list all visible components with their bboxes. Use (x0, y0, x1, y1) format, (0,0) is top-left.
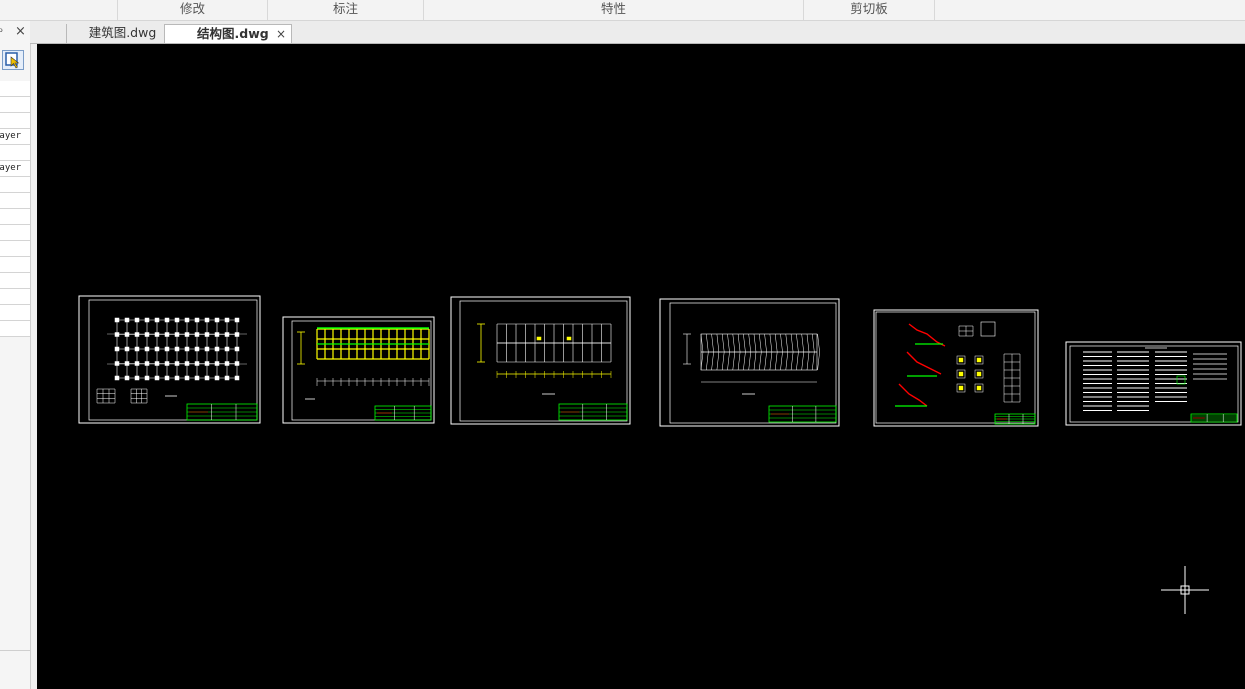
layer-row[interactable] (0, 289, 30, 305)
crosshair-cursor (1161, 566, 1209, 614)
layer-row[interactable] (0, 305, 30, 321)
ribbon-group-modify[interactable]: 修改 (118, 0, 268, 20)
layer-row[interactable] (0, 81, 30, 97)
layer-list: Layer Layer (0, 81, 30, 337)
tab-architecture-dwg[interactable]: 建筑图.dwg (66, 24, 178, 43)
layer-row[interactable] (0, 209, 30, 225)
ribbon-group-properties[interactable]: 特性 (424, 0, 804, 20)
layer-row[interactable] (0, 241, 30, 257)
cad-viewport[interactable] (37, 44, 1245, 689)
document-tab-bar: 建筑图.dwg 结构图.dwg × (30, 21, 1245, 44)
layer-row[interactable] (0, 273, 30, 289)
layer-row[interactable] (0, 177, 30, 193)
panel-close-icon[interactable]: × (15, 24, 26, 39)
layer-row[interactable] (0, 193, 30, 209)
tab-label: 建筑图.dwg (88, 25, 157, 40)
panel-header: ᵖ × (0, 21, 30, 45)
layer-properties-panel: ᵖ × Layer Layer (0, 21, 31, 689)
layer-select-icon (5, 52, 20, 69)
tab-label: 结构图.dwg (197, 26, 269, 41)
sheet-column-elevation[interactable] (659, 298, 840, 427)
layer-row[interactable] (0, 257, 30, 273)
ribbon-group-clipboard[interactable]: 剪切板 (804, 0, 935, 20)
ribbon-group-annotate[interactable]: 标注 (268, 0, 424, 20)
layer-row[interactable] (0, 225, 30, 241)
tab-structure-dwg[interactable]: 结构图.dwg × (164, 24, 292, 43)
sheet-floor-plan[interactable] (450, 296, 631, 425)
panel-footer (0, 650, 30, 689)
layer-row[interactable]: Layer (0, 129, 30, 145)
layer-row[interactable] (0, 145, 30, 161)
layer-row[interactable] (0, 97, 30, 113)
sheet-stair-details[interactable] (873, 309, 1039, 427)
layer-row[interactable]: Layer (0, 161, 30, 177)
sheet-beam-layout-yellow[interactable] (282, 316, 435, 424)
sheet-foundation-plan[interactable] (78, 295, 261, 424)
layer-row[interactable] (0, 321, 30, 337)
layer-select-button[interactable] (2, 50, 24, 70)
layer-row[interactable] (0, 113, 30, 129)
sheet-design-notes[interactable] (1065, 341, 1242, 426)
ribbon-bar: 修改 标注 特性 剪切板 (0, 0, 1245, 21)
pin-icon[interactable]: ᵖ (0, 25, 3, 39)
tab-close-icon[interactable]: × (276, 25, 286, 43)
drawing-canvas[interactable] (37, 44, 1245, 689)
ribbon-group-blank[interactable] (0, 0, 118, 20)
